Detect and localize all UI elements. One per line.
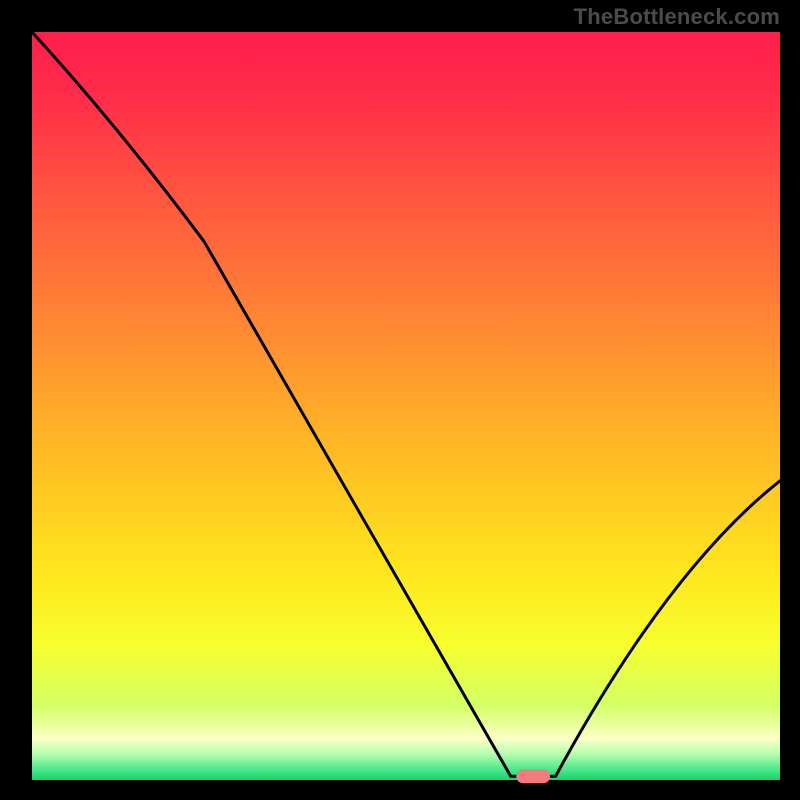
- bottleneck-chart: [0, 0, 800, 800]
- watermark-text: TheBottleneck.com: [574, 4, 780, 30]
- chart-stage: TheBottleneck.com: [0, 0, 800, 800]
- plot-area: [32, 32, 780, 780]
- highlight-marker: [516, 769, 550, 783]
